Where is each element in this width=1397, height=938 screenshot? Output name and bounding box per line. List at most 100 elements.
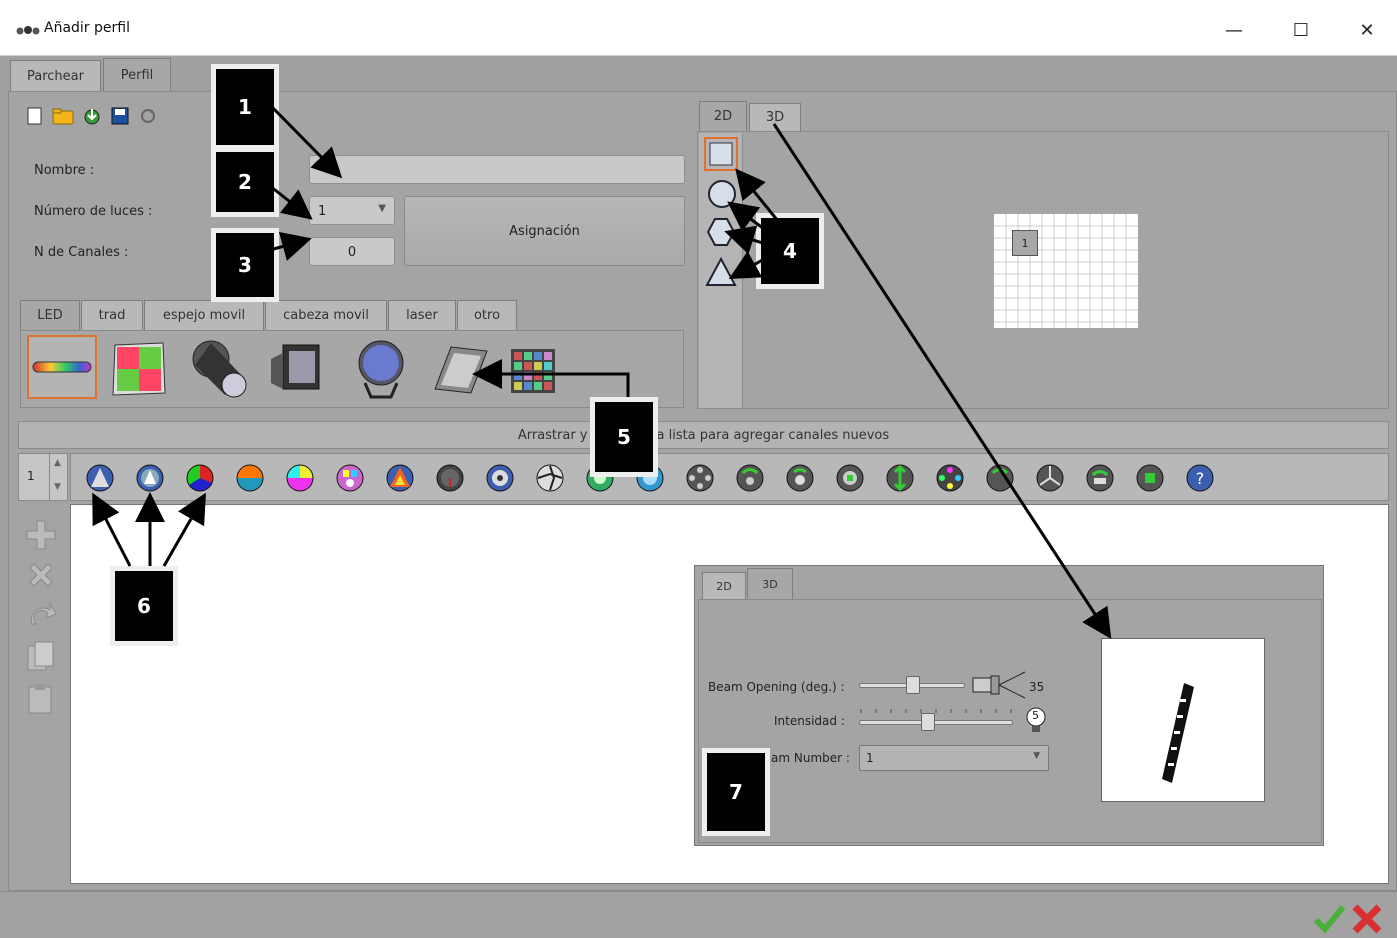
tab-otro[interactable]: otro <box>457 300 517 330</box>
new-file-icon[interactable] <box>26 106 44 126</box>
inset-tab-3d[interactable]: 3D <box>747 568 793 600</box>
multi-color-icon[interactable] <box>935 463 965 493</box>
led-matrix-icon[interactable] <box>509 347 557 395</box>
led-wash-panel-icon[interactable] <box>425 341 489 397</box>
gobo-rotation-icon[interactable] <box>735 463 765 493</box>
zoom-icon[interactable] <box>885 463 915 493</box>
triangle-shape-icon[interactable] <box>705 257 737 287</box>
title-bar: Añadir perfil — ☐ ✕ <box>0 0 1397 56</box>
check-icon[interactable] <box>1312 902 1346 936</box>
grid-cell-1[interactable]: 1 <box>1012 230 1038 256</box>
minimize-button[interactable]: — <box>1211 10 1257 50</box>
tab-2d[interactable]: 2D <box>699 101 747 131</box>
footer-bar <box>0 891 1397 938</box>
numero-luces-label: Número de luces : <box>34 204 153 219</box>
redo-icon[interactable] <box>24 598 58 632</box>
canales-input[interactable]: 0 <box>309 237 395 266</box>
par-can-icon[interactable] <box>189 337 253 401</box>
pan-icon[interactable] <box>985 463 1015 493</box>
square-shape-icon[interactable] <box>704 137 738 171</box>
tab-espejo-movil[interactable]: espejo movil <box>144 300 264 330</box>
color-wheel-icon[interactable] <box>285 463 315 493</box>
intensidad-handle[interactable] <box>921 713 935 731</box>
callout-5: 5 <box>590 397 658 477</box>
beam-number-select[interactable]: 1 ▼ <box>859 745 1049 771</box>
maximize-button[interactable]: ☐ <box>1278 10 1324 50</box>
intensidad-slider[interactable] <box>859 720 1013 725</box>
save-icon[interactable] <box>110 106 130 126</box>
nombre-input[interactable] <box>309 155 685 184</box>
spinner-arrows[interactable]: ▲ ▼ <box>49 454 67 500</box>
close-button[interactable]: ✕ <box>1344 10 1390 50</box>
circle-shape-icon[interactable] <box>707 179 737 209</box>
led-panel-icon[interactable] <box>111 341 167 397</box>
fixture-led-bar[interactable] <box>27 335 97 399</box>
paste-icon[interactable] <box>26 682 56 716</box>
chevron-down-icon: ▼ <box>1033 751 1040 761</box>
led-par-icon[interactable] <box>351 337 411 401</box>
strobe-icon[interactable] <box>1135 463 1165 493</box>
app-icon <box>16 26 40 35</box>
effect-wheel-icon[interactable] <box>835 463 865 493</box>
dimmer-fine-icon[interactable] <box>135 463 165 493</box>
tilt-icon[interactable] <box>1035 463 1065 493</box>
beam-opening-label: Beam Opening (deg.) : <box>708 680 845 694</box>
callout-6: 6 <box>110 566 178 646</box>
tab-perfil[interactable]: Perfil <box>103 58 171 92</box>
temperature-icon[interactable] <box>435 463 465 493</box>
red-channel-icon[interactable] <box>235 463 265 493</box>
callout-4: 4 <box>756 213 824 289</box>
tab-parchear[interactable]: Parchear <box>10 60 101 92</box>
beam-spotlight-icon <box>972 671 1026 699</box>
window-title: Añadir perfil <box>44 20 130 36</box>
intensidad-value: 5 <box>1032 709 1039 722</box>
tab-laser[interactable]: laser <box>388 300 456 330</box>
spin-up-icon[interactable]: ▲ <box>54 458 61 468</box>
numero-luces-select[interactable]: 1 ▼ <box>309 196 395 225</box>
spin-down-icon[interactable]: ▼ <box>54 482 61 492</box>
iris-icon[interactable] <box>535 463 565 493</box>
file-toolbar <box>26 106 186 128</box>
callout-2: 2 <box>211 147 279 217</box>
3d-preview[interactable] <box>1101 638 1265 802</box>
drag-hint-bar: Arrastrar y soltar en la lista para agre… <box>18 421 1389 449</box>
hexagon-shape-icon[interactable] <box>706 217 736 247</box>
gobo-wheel-icon[interactable] <box>685 463 715 493</box>
inset-tab-2d[interactable]: 2D <box>702 572 746 600</box>
cross-icon[interactable] <box>1350 902 1384 936</box>
refresh-icon[interactable] <box>138 106 158 126</box>
dimmer-channel-icon[interactable] <box>85 463 115 493</box>
copy-icon[interactable] <box>26 640 56 674</box>
numero-luces-value: 1 <box>318 204 327 219</box>
layout-grid[interactable]: 1 <box>994 214 1138 328</box>
delete-channel-icon[interactable] <box>24 558 58 592</box>
channel-toolbar: ? <box>70 453 1389 501</box>
color-macro-icon[interactable] <box>335 463 365 493</box>
canales-label: N de Canales : <box>34 245 129 260</box>
channel-spinner-value: 1 <box>27 469 35 483</box>
nombre-label: Nombre : <box>34 163 95 178</box>
callout-1: 1 <box>211 64 279 150</box>
tab-led[interactable]: LED <box>20 300 80 330</box>
asignacion-button[interactable]: Asignación <box>404 196 685 266</box>
intensidad-label: Intensidad : <box>774 714 845 728</box>
gobo-index-icon[interactable] <box>785 463 815 493</box>
help-icon[interactable]: ? <box>1185 463 1215 493</box>
speed-icon[interactable] <box>1085 463 1115 493</box>
open-folder-icon[interactable] <box>52 106 74 126</box>
flood-light-icon[interactable] <box>267 339 331 399</box>
rgb-channel-icon[interactable] <box>185 463 215 493</box>
svg-text:?: ? <box>1196 469 1205 488</box>
channel-spinner[interactable]: 1 ▲ ▼ <box>18 453 68 501</box>
led-bar-icon <box>32 361 92 373</box>
tab-3d[interactable]: 3D <box>749 103 801 131</box>
add-channel-icon[interactable] <box>24 518 58 552</box>
inset-3d-panel: 2D 3D Beam Opening (deg.) : 35 Intensida… <box>694 565 1324 846</box>
cmy-channel-icon[interactable] <box>385 463 415 493</box>
led-bar-3d-icon <box>1162 683 1194 783</box>
tab-trad[interactable]: trad <box>81 300 143 330</box>
gobo-icon[interactable] <box>485 463 515 493</box>
import-icon[interactable] <box>82 106 102 126</box>
beam-opening-handle[interactable] <box>906 676 920 694</box>
tab-cabeza-movil[interactable]: cabeza movil <box>265 300 387 330</box>
